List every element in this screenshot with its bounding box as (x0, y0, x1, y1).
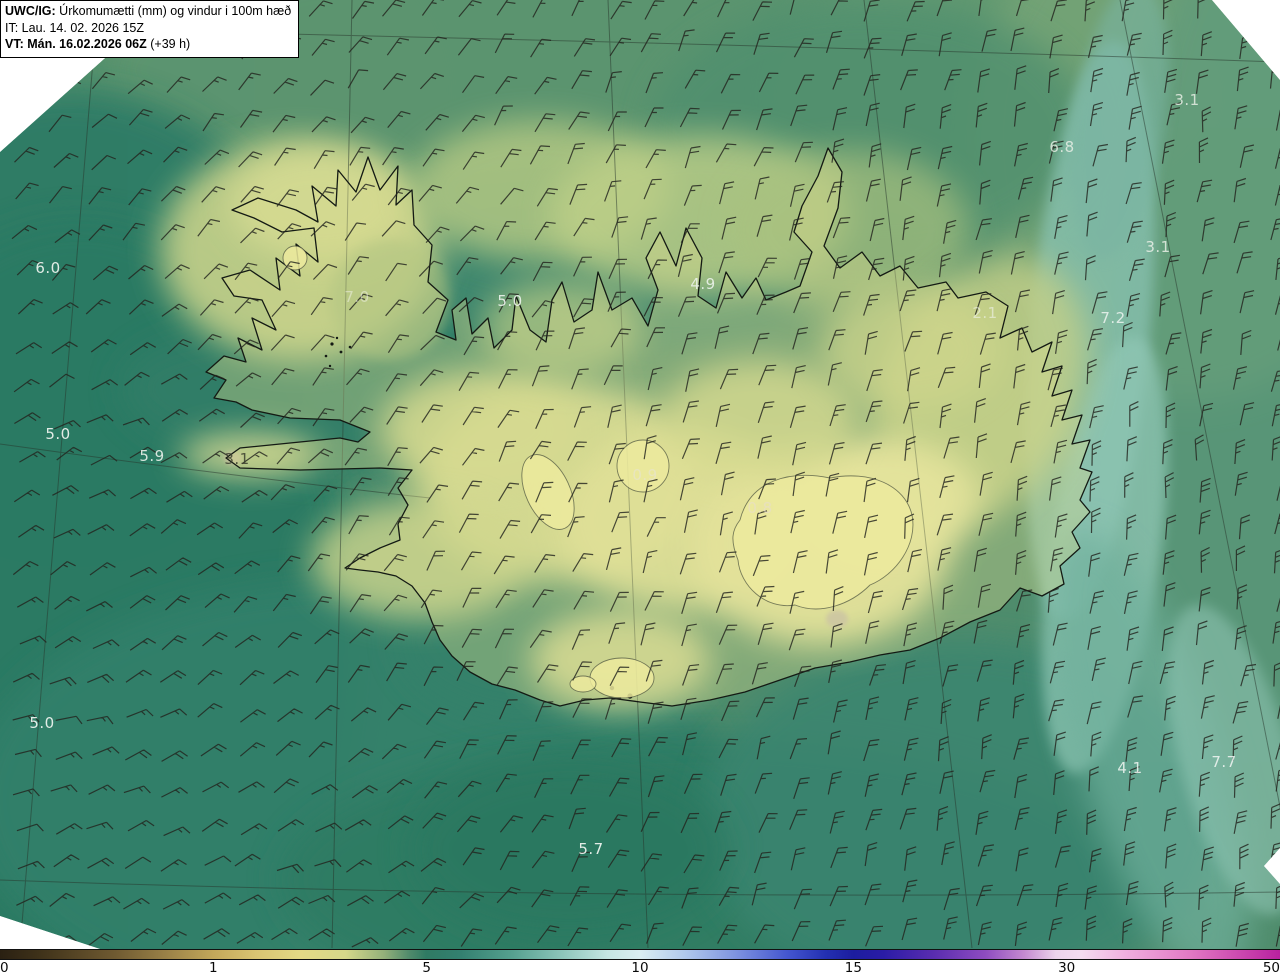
legend-title-line: UWC/IG: Úrkomumætti (mm) og vindur i 100… (5, 3, 291, 20)
colorbar-labels: 0 1 5 10 15 30 50 (0, 960, 1280, 978)
colorbar-gradient (0, 949, 1280, 960)
colorbar-tick-label: 30 (1058, 960, 1076, 976)
valid-time: VT: Mán. 16.02.2026 06Z (5, 37, 147, 51)
colorbar-tick-label: 10 (631, 960, 649, 976)
valid-time-line: VT: Mán. 16.02.2026 06Z (+39 h) (5, 36, 291, 53)
colorbar-tick-label: 50 (1262, 960, 1280, 976)
map-canvas (0, 0, 1280, 949)
field-blob (410, 760, 730, 940)
init-time-line: IT: Lau. 14. 02. 2026 15Z (5, 20, 144, 35)
colorbar-tick-label: 15 (844, 960, 862, 976)
colorbar-tick-label: 0 (0, 960, 9, 976)
forecast-hour: (+39 h) (150, 37, 191, 51)
colorbar-tick-label: 1 (209, 960, 218, 976)
colorbar-tick-label: 5 (422, 960, 431, 976)
legend-box: UWC/IG: Úrkomumætti (mm) og vindur i 100… (0, 0, 300, 58)
model-name: UWC/IG: (5, 4, 56, 18)
weather-map-screenshot: 6.0 5.0 5.9 3.1 7.0 5.0 4.9 2.1 6.8 3.1 3.1 7.2 5.0 5… (0, 0, 1280, 978)
map-title: Úrkomumætti (mm) og vindur i 100m hæð (59, 4, 292, 18)
